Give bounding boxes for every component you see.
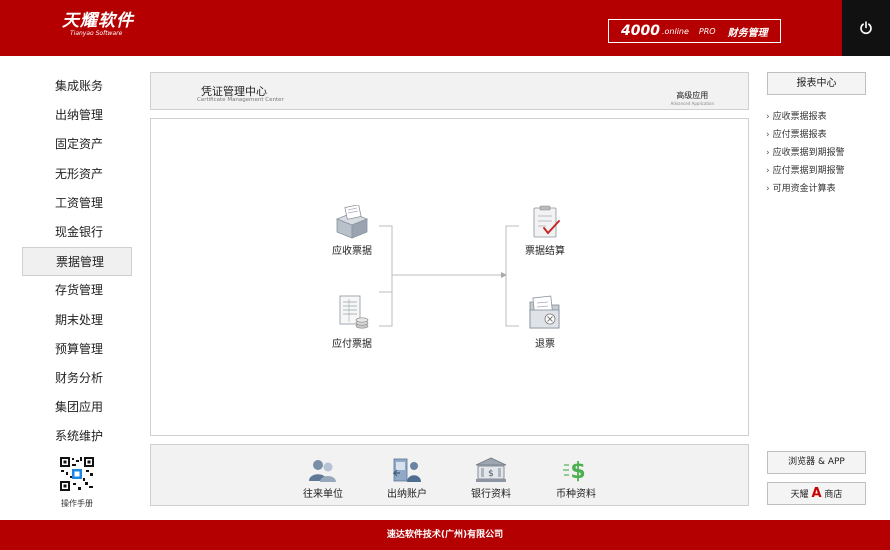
nav-item-integrated-accounts[interactable]: 集成账务 — [22, 72, 132, 101]
report-link-label: 应付票据报表 — [772, 130, 827, 140]
payable-label: 应付票据 — [332, 339, 372, 350]
logo-subtext: Tianyao Software — [70, 30, 123, 37]
title-bar: 凭证管理中心 Certificate Management Center 高级应… — [150, 72, 749, 110]
power-icon — [860, 21, 872, 35]
footer-company: 速达软件技术(广州)有限公司 — [386, 530, 504, 540]
nav-item-period-end[interactable]: 期末处理 — [22, 306, 132, 335]
settlement-clipboard-icon — [533, 205, 560, 238]
top-header: 天耀软件 Tianyao Software 4000 .online PRO 财… — [0, 0, 890, 56]
product-badge: 4000 .online PRO 财务管理 — [608, 19, 781, 43]
logo-text: 天耀软件 — [62, 11, 134, 31]
nav-item-inventory[interactable]: 存货管理 — [22, 276, 132, 305]
report-center-button[interactable]: 报表中心 — [767, 72, 866, 95]
browser-app-button[interactable]: 浏览器 & APP — [767, 451, 866, 474]
svg-text:$: $ — [488, 469, 494, 479]
base-data-toolbar: 往来单位 出纳账户 $ 银行资料 $ 币种资料 — [150, 444, 749, 506]
report-link-label: 可用资金计算表 — [772, 184, 836, 194]
store-suffix: 商店 — [824, 490, 843, 500]
report-link-payable-due-alert[interactable]: › 应付票据到期报警 — [766, 163, 845, 181]
node-bill-settlement[interactable]: 票据结算 — [505, 205, 585, 257]
chevron-right-icon: › — [766, 112, 770, 122]
tool-currency-label: 币种资料 — [556, 489, 596, 500]
node-payable-bills[interactable]: 应付票据 — [312, 294, 392, 350]
product-number: 4000 — [621, 23, 660, 39]
report-link-label: 应收票据到期报警 — [772, 148, 845, 158]
tool-contacts[interactable]: 往来单位 — [288, 457, 358, 500]
refund-label: 退票 — [535, 339, 555, 350]
product-suffix: .online — [661, 26, 689, 36]
chevron-right-icon: › — [766, 148, 770, 158]
flow-connectors — [379, 225, 519, 327]
payable-ledger-icon — [339, 295, 369, 329]
currency-icon: $ — [563, 459, 586, 483]
tool-contacts-label: 往来单位 — [303, 489, 343, 500]
tool-cashier-account[interactable]: 出纳账户 — [372, 457, 442, 500]
report-link-receivable-due-alert[interactable]: › 应收票据到期报警 — [766, 145, 845, 163]
refund-folder-icon — [529, 295, 560, 329]
receivable-box-icon — [335, 205, 369, 239]
advanced-label: 高级应用 — [676, 91, 709, 100]
bill-flow-panel: 应收票据 应付票据 票据结算 退票 — [150, 118, 749, 436]
product-module: 财务管理 — [727, 27, 768, 39]
page-subtitle: Certificate Management Center — [197, 97, 284, 103]
tool-bank-label: 银行资料 — [471, 489, 511, 500]
svg-text:$: $ — [570, 459, 585, 483]
nav-item-payroll[interactable]: 工资管理 — [22, 189, 132, 218]
footer: 速达软件技术(广州)有限公司 — [0, 520, 890, 550]
nav-item-intangible-assets[interactable]: 无形资产 — [22, 160, 132, 189]
chevron-right-icon: › — [766, 184, 770, 194]
report-list: › 应收票据报表 › 应付票据报表 › 应收票据到期报警 › 应付票据到期报警 › 可用资… — [766, 109, 845, 199]
store-a-logo: A — [811, 486, 822, 501]
report-link-label: 应付票据到期报警 — [772, 166, 845, 176]
nav-item-bills[interactable]: 票据管理 — [22, 247, 132, 277]
app-store-button[interactable]: 天耀 A 商店 — [767, 482, 866, 505]
advanced-sublabel: Advanced Application — [670, 101, 714, 106]
cashier-account-icon — [392, 458, 421, 482]
report-link-payable[interactable]: › 应付票据报表 — [766, 127, 845, 145]
contacts-icon — [309, 460, 336, 482]
manual-label[interactable]: 操作手册 — [45, 498, 109, 509]
bank-icon: $ — [475, 457, 507, 482]
nav-item-cashier[interactable]: 出纳管理 — [22, 101, 132, 130]
nav-item-system[interactable]: 系统维护 — [22, 422, 132, 451]
receivable-label: 应收票据 — [332, 246, 372, 257]
power-button[interactable] — [842, 0, 890, 56]
tool-bank[interactable]: $ 银行资料 — [456, 457, 526, 500]
nav-item-fixed-assets[interactable]: 固定资产 — [22, 130, 132, 159]
nav-item-budget[interactable]: 预算管理 — [22, 335, 132, 364]
advanced-application-link[interactable]: 高级应用 Advanced Application — [671, 90, 714, 106]
chevron-right-icon: › — [766, 130, 770, 140]
nav-item-financial-analysis[interactable]: 财务分析 — [22, 364, 132, 393]
report-link-receivable[interactable]: › 应收票据报表 — [766, 109, 845, 127]
settlement-label: 票据结算 — [525, 246, 565, 257]
left-nav: 集成账务 出纳管理 固定资产 无形资产 工资管理 现金银行 票据管理 存货管理 … — [22, 72, 132, 451]
node-receivable-bills[interactable]: 应收票据 — [312, 205, 392, 257]
nav-item-cash-bank[interactable]: 现金银行 — [22, 218, 132, 247]
product-edition: PRO — [698, 26, 716, 36]
node-refund[interactable]: 退票 — [505, 294, 585, 350]
chevron-right-icon: › — [766, 166, 770, 176]
tool-cashier-account-label: 出纳账户 — [387, 489, 427, 500]
qr-code-icon[interactable] — [59, 456, 95, 492]
nav-item-group[interactable]: 集团应用 — [22, 393, 132, 422]
report-link-available-funds[interactable]: › 可用资金计算表 — [766, 181, 845, 199]
tool-currency[interactable]: $ 币种资料 — [541, 457, 611, 500]
store-prefix: 天耀 — [790, 490, 809, 500]
logo: 天耀软件 Tianyao Software — [62, 12, 134, 38]
report-link-label: 应收票据报表 — [772, 112, 827, 122]
